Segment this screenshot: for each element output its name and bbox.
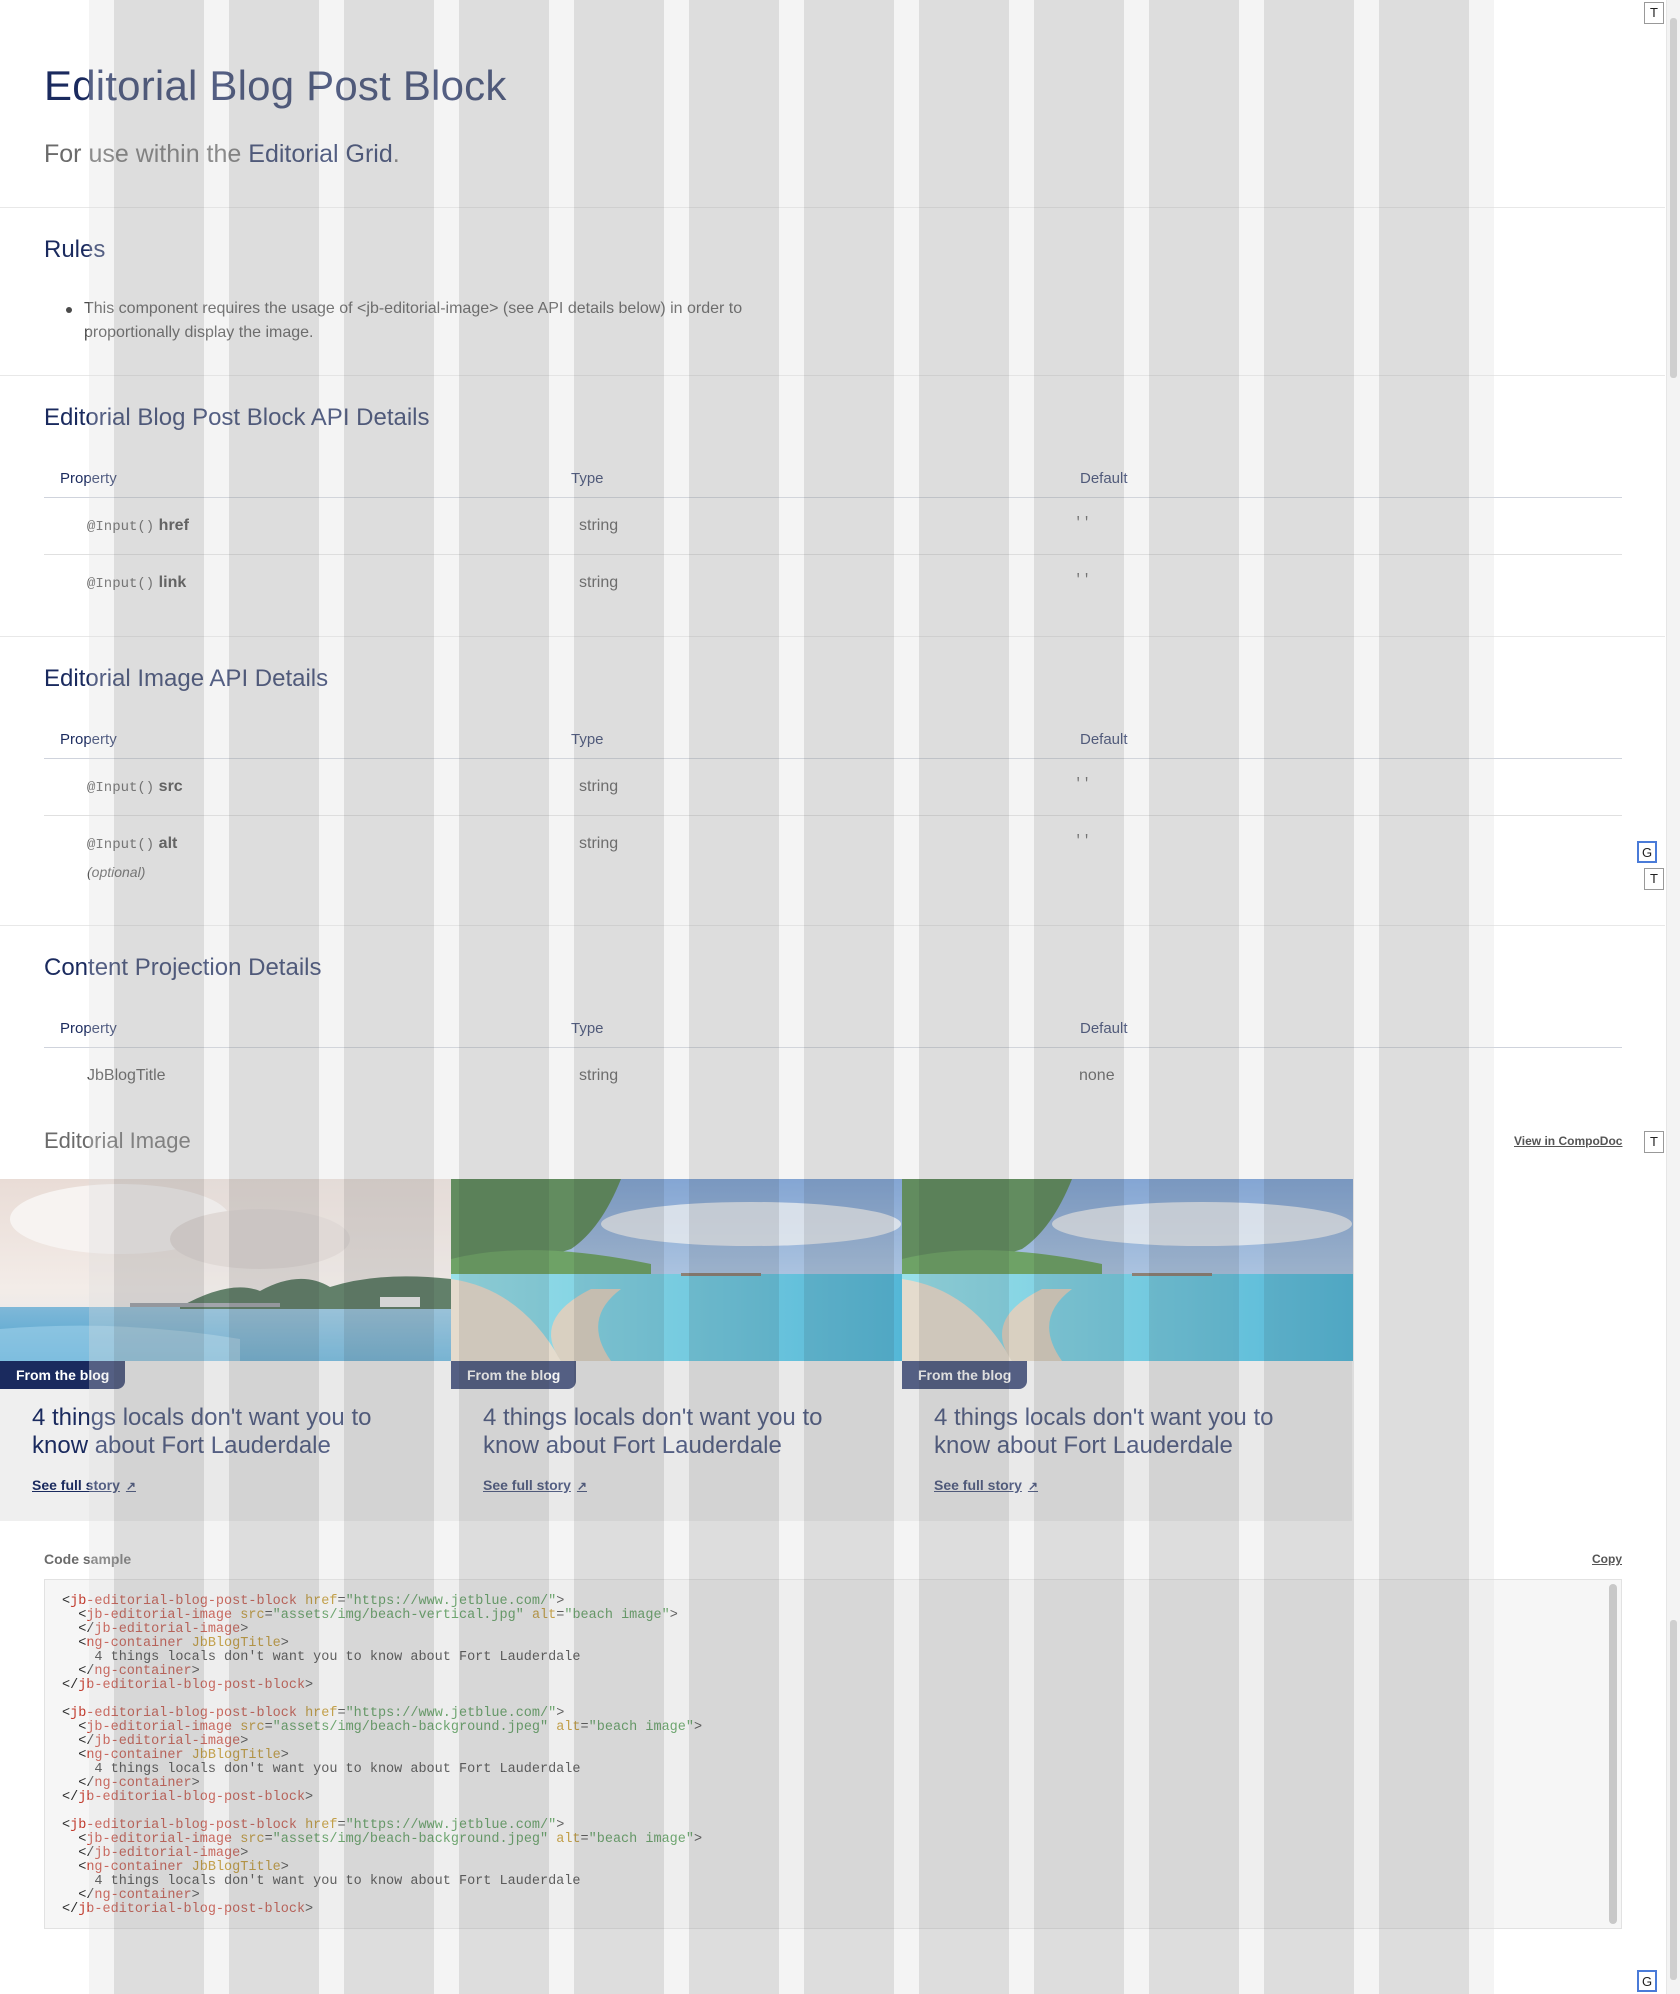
card-title: 4 things locals don't want you to know a…	[32, 1404, 372, 1459]
example-title: Editorial Image	[44, 1128, 191, 1153]
col-type: Type	[571, 470, 604, 487]
default-value: ''	[1074, 572, 1091, 588]
page-subtitle: For use within the Editorial Grid.	[44, 140, 400, 168]
blog-post-card[interactable]: From the blog 4 things locals don't want…	[0, 1179, 451, 1521]
table-row: JbBlogTitle string none	[44, 1048, 1622, 1105]
from-the-blog-badge: From the blog	[0, 1361, 126, 1389]
col-property: Property	[60, 470, 117, 487]
col-property: Property	[60, 1020, 117, 1037]
type-value: string	[579, 1067, 619, 1084]
see-full-story-link[interactable]: See full story ↗	[934, 1477, 1038, 1493]
scrollbar-thumb[interactable]	[1670, 1620, 1677, 1980]
decorator: @Input()	[87, 780, 155, 796]
type-value: string	[579, 517, 619, 534]
beach-image	[0, 1179, 451, 1361]
text-tool-badge[interactable]: T	[1644, 2, 1664, 24]
property-name: src	[158, 778, 183, 795]
table-row: @Input() href string ''	[44, 498, 1622, 555]
text-tool-badge[interactable]: T	[1644, 1131, 1664, 1153]
page-title: Editorial Blog Post Block	[44, 62, 507, 109]
page-header: Editorial Blog Post Block For use within…	[0, 0, 1665, 208]
scrollbar-thumb[interactable]	[1670, 18, 1677, 378]
code-scrollbar[interactable]	[1609, 1584, 1617, 1924]
grid-tool-badge[interactable]: G	[1637, 1970, 1657, 1992]
property-name: JbBlogTitle	[87, 1067, 166, 1084]
projection-section: Content Projection Details Property Type…	[0, 926, 1665, 1096]
grid-tool-badge[interactable]: G	[1637, 841, 1657, 863]
blog-post-card[interactable]: From the blog 4 things locals don't want…	[902, 1179, 1353, 1521]
rules-section: Rules	[0, 208, 1665, 376]
card-title: 4 things locals don't want you to know a…	[483, 1404, 823, 1459]
image-api-section: Editorial Image API Details Property Typ…	[0, 637, 1665, 926]
default-value: ''	[1074, 776, 1091, 792]
blog-api-table: Property Type Default @Input() href stri…	[44, 456, 1622, 612]
see-full-story-link[interactable]: See full story ↗	[32, 1477, 136, 1493]
col-property: Property	[60, 731, 117, 748]
external-arrow-icon: ↗	[125, 1479, 136, 1493]
code-block: <jb-editorial-blog-post-block href="http…	[62, 1594, 678, 1693]
default-value: ''	[1074, 833, 1091, 849]
from-the-blog-badge: From the blog	[902, 1361, 1028, 1389]
table-header: Property Type Default	[44, 1006, 1622, 1048]
rules-heading: Rules	[44, 236, 106, 263]
property-name: href	[158, 517, 189, 534]
external-arrow-icon: ↗	[576, 1479, 587, 1493]
projection-heading: Content Projection Details	[44, 954, 322, 981]
page-scrollbar[interactable]	[1666, 0, 1680, 1994]
table-row: @Input() src string ''	[44, 759, 1622, 816]
decorator: @Input()	[87, 576, 155, 592]
card-image	[0, 1179, 451, 1361]
blog-api-heading: Editorial Blog Post Block API Details	[44, 404, 430, 431]
card-image	[902, 1179, 1353, 1361]
editorial-grid-link[interactable]: Editorial Grid	[248, 140, 393, 168]
type-value: string	[579, 835, 619, 852]
code-block: <jb-editorial-blog-post-block href="http…	[62, 1706, 703, 1805]
default-value: ''	[1074, 515, 1091, 531]
table-header: Property Type Default	[44, 456, 1622, 498]
code-sample-box[interactable]: <jb-editorial-blog-post-block href="http…	[44, 1579, 1622, 1929]
blog-cards-row: From the blog 4 things locals don't want…	[0, 1179, 1353, 1521]
view-in-compodoc-link[interactable]: View in CompoDoc	[1514, 1134, 1622, 1148]
from-the-blog-badge: From the blog	[451, 1361, 577, 1389]
copy-code-button[interactable]: Copy	[1592, 1552, 1622, 1566]
col-default: Default	[1080, 731, 1128, 748]
card-title: 4 things locals don't want you to know a…	[934, 1404, 1274, 1459]
see-full-story-link[interactable]: See full story ↗	[483, 1477, 587, 1493]
blog-api-section: Editorial Blog Post Block API Details Pr…	[0, 376, 1665, 637]
image-api-heading: Editorial Image API Details	[44, 665, 329, 692]
table-row: @Input() link string ''	[44, 555, 1622, 612]
external-arrow-icon: ↗	[1027, 1479, 1038, 1493]
card-image	[451, 1179, 902, 1361]
decorator: @Input()	[87, 519, 155, 535]
projection-table: Property Type Default JbBlogTitle string…	[44, 1006, 1622, 1105]
optional-label: (optional)	[87, 864, 146, 880]
col-default: Default	[1080, 470, 1128, 487]
image-api-table: Property Type Default @Input() src strin…	[44, 717, 1622, 903]
property-name: alt	[158, 835, 178, 852]
rules-list-item: This component requires the usage of <jb…	[66, 297, 804, 345]
col-default: Default	[1080, 1020, 1128, 1037]
property-name: link	[158, 574, 187, 591]
beach-image	[902, 1179, 1353, 1361]
col-type: Type	[571, 1020, 604, 1037]
blog-post-card[interactable]: From the blog 4 things locals don't want…	[451, 1179, 902, 1521]
beach-image	[451, 1179, 902, 1361]
code-sample-label: Code sample	[44, 1551, 132, 1567]
decorator: @Input()	[87, 837, 155, 853]
code-sample: <jb-editorial-blog-post-block href="http…	[62, 1595, 702, 1917]
default-value: none	[1079, 1067, 1115, 1084]
text-tool-badge[interactable]: T	[1644, 868, 1664, 890]
table-row: @Input() alt (optional) string ''	[44, 816, 1622, 903]
table-header: Property Type Default	[44, 717, 1622, 759]
type-value: string	[579, 574, 619, 591]
type-value: string	[579, 778, 619, 795]
code-block: <jb-editorial-blog-post-block href="http…	[62, 1818, 703, 1917]
col-type: Type	[571, 731, 604, 748]
